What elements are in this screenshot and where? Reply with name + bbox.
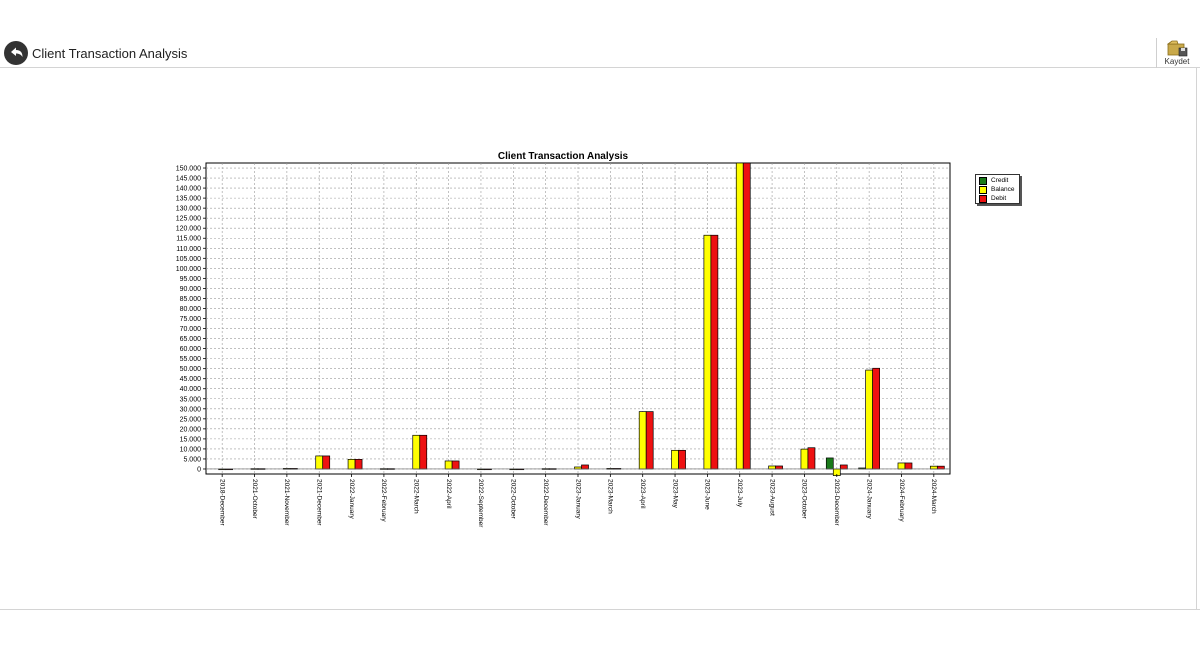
bar-debit-2024-march: [936, 465, 945, 470]
x-tick-label: 2023-December: [833, 479, 840, 526]
chart-title: Client Transaction Analysis: [498, 151, 629, 162]
y-tick-label: 85.000: [180, 296, 202, 303]
x-tick-label: 2023-May: [671, 479, 678, 509]
bar-balance-2022-march: [412, 434, 421, 470]
y-tick-label: 115.000: [176, 236, 201, 243]
bar-debit-2021-december: [322, 455, 331, 470]
y-tick-label: 135.000: [176, 196, 201, 203]
y-tick-label: 100.000: [176, 266, 201, 273]
y-tick-label: 60.000: [180, 346, 202, 353]
y-tick-label: 90.000: [180, 286, 202, 293]
bar-debit-2022-january: [354, 459, 363, 470]
bar-balance-2023-may: [671, 449, 679, 470]
y-tick-label: 120.000: [176, 226, 201, 233]
x-tick-label: 2023-July: [736, 479, 743, 508]
bar-balance-2023-july: [735, 162, 744, 470]
x-tick-label: 2022-March: [413, 479, 420, 514]
bar-balance-2022-january: [347, 459, 356, 470]
bar-debit-2022-march: [419, 434, 428, 470]
y-tick-label: 75.000: [180, 316, 202, 323]
bar-balance-2024-march: [929, 465, 938, 470]
chart-legend: Credit Balance Debit: [975, 174, 1020, 204]
y-tick-label: 95.000: [180, 276, 202, 283]
bar-debit-2023-october: [807, 447, 816, 470]
x-tick-label: 2023-August: [768, 479, 775, 516]
y-tick-label: 55.000: [180, 356, 202, 363]
y-tick-label: 130.000: [176, 206, 201, 213]
x-tick-label: 2022-October: [510, 479, 517, 520]
legend-label-balance: Balance: [991, 186, 1015, 193]
bar-debit-2023-may: [678, 449, 686, 470]
legend-swatch-credit: [979, 177, 987, 185]
chart: Client Transaction Analysis 0 5.000 10.000…: [176, 151, 951, 528]
x-tick-label: 2021-October: [251, 479, 258, 520]
x-tick-label: 2022-April: [445, 479, 452, 509]
bar-debit-2023-december: [839, 464, 848, 470]
bar-debit-2023-january: [581, 464, 589, 470]
y-tick-label: 70.000: [180, 326, 202, 333]
bar-balance-2023-june: [703, 234, 712, 470]
bar-debit-2024-january: [872, 367, 880, 470]
bar-balance-2022-april: [444, 460, 453, 470]
legend-label-credit: Credit: [991, 177, 1009, 184]
y-tick-label: 105.000: [176, 256, 201, 263]
x-tick-label: 2022-September: [477, 479, 484, 528]
x-tick-label: 2021-November: [283, 479, 290, 526]
x-tick-label: 2023-March: [607, 479, 614, 514]
y-tick-label: 25.000: [180, 416, 202, 423]
x-tick-label: 2023-April: [639, 479, 646, 509]
y-tick-label: 140.000: [176, 186, 201, 193]
bar-credit-2023-december: [825, 457, 834, 470]
y-tick-label: 30.000: [180, 406, 202, 413]
y-tick-label: 20.000: [180, 426, 202, 433]
y-tick-label: 125.000: [176, 216, 201, 223]
bar-debit-2023-august: [775, 465, 783, 470]
y-tick-label: 80.000: [180, 306, 202, 313]
y-tick-label: 50.000: [180, 366, 202, 373]
x-tick-label: 2022-December: [542, 479, 549, 526]
bar-debit-2024-february: [904, 462, 913, 470]
x-tick-label: 2018-December: [218, 479, 225, 526]
bar-balance-2023-august: [768, 465, 776, 470]
bar-debit-2023-april: [645, 411, 654, 470]
x-tick-label: 2024-February: [898, 479, 905, 522]
y-tick-label: 35.000: [180, 396, 202, 403]
y-tick-label: 15.000: [180, 436, 202, 443]
y-tick-label: 5.000: [183, 456, 201, 463]
x-tick-label: 2023-June: [704, 479, 711, 510]
x-tick-label: 2024-January: [865, 479, 872, 519]
y-tick-label: 150.000: [176, 166, 201, 173]
legend-swatch-debit: [979, 195, 987, 203]
x-tick-label: 2022-February: [380, 479, 387, 522]
y-tick-label: 10.000: [180, 446, 202, 453]
x-tick-label: 2022-January: [348, 479, 355, 519]
x-tick-label: 2023-January: [574, 479, 581, 519]
bar-debit-2023-july: [742, 162, 751, 470]
x-tick-label: 2021-December: [315, 479, 322, 526]
bar-debit-2023-june: [710, 234, 719, 470]
y-tick-label: 110.000: [176, 246, 201, 253]
y-tick-label: 45.000: [180, 376, 202, 383]
bar-balance-2023-october: [800, 448, 809, 470]
x-tick-label: 2024-March: [930, 479, 937, 514]
y-tick-label: 0: [197, 466, 201, 473]
legend-label-debit: Debit: [991, 195, 1007, 202]
bar-balance-2021-december: [315, 455, 324, 470]
y-tick-label: 65.000: [180, 336, 202, 343]
bar-balance-2024-january: [865, 369, 873, 470]
x-tick-label: 2023-October: [801, 479, 808, 520]
bar-balance-2023-january: [574, 466, 582, 470]
bar-balance-2024-february: [897, 462, 906, 470]
y-tick-label: 40.000: [180, 386, 202, 393]
y-tick-label: 145.000: [176, 176, 201, 183]
bar-debit-2022-april: [451, 460, 460, 470]
bar-balance-2023-april: [638, 411, 647, 470]
legend-swatch-balance: [979, 186, 987, 194]
